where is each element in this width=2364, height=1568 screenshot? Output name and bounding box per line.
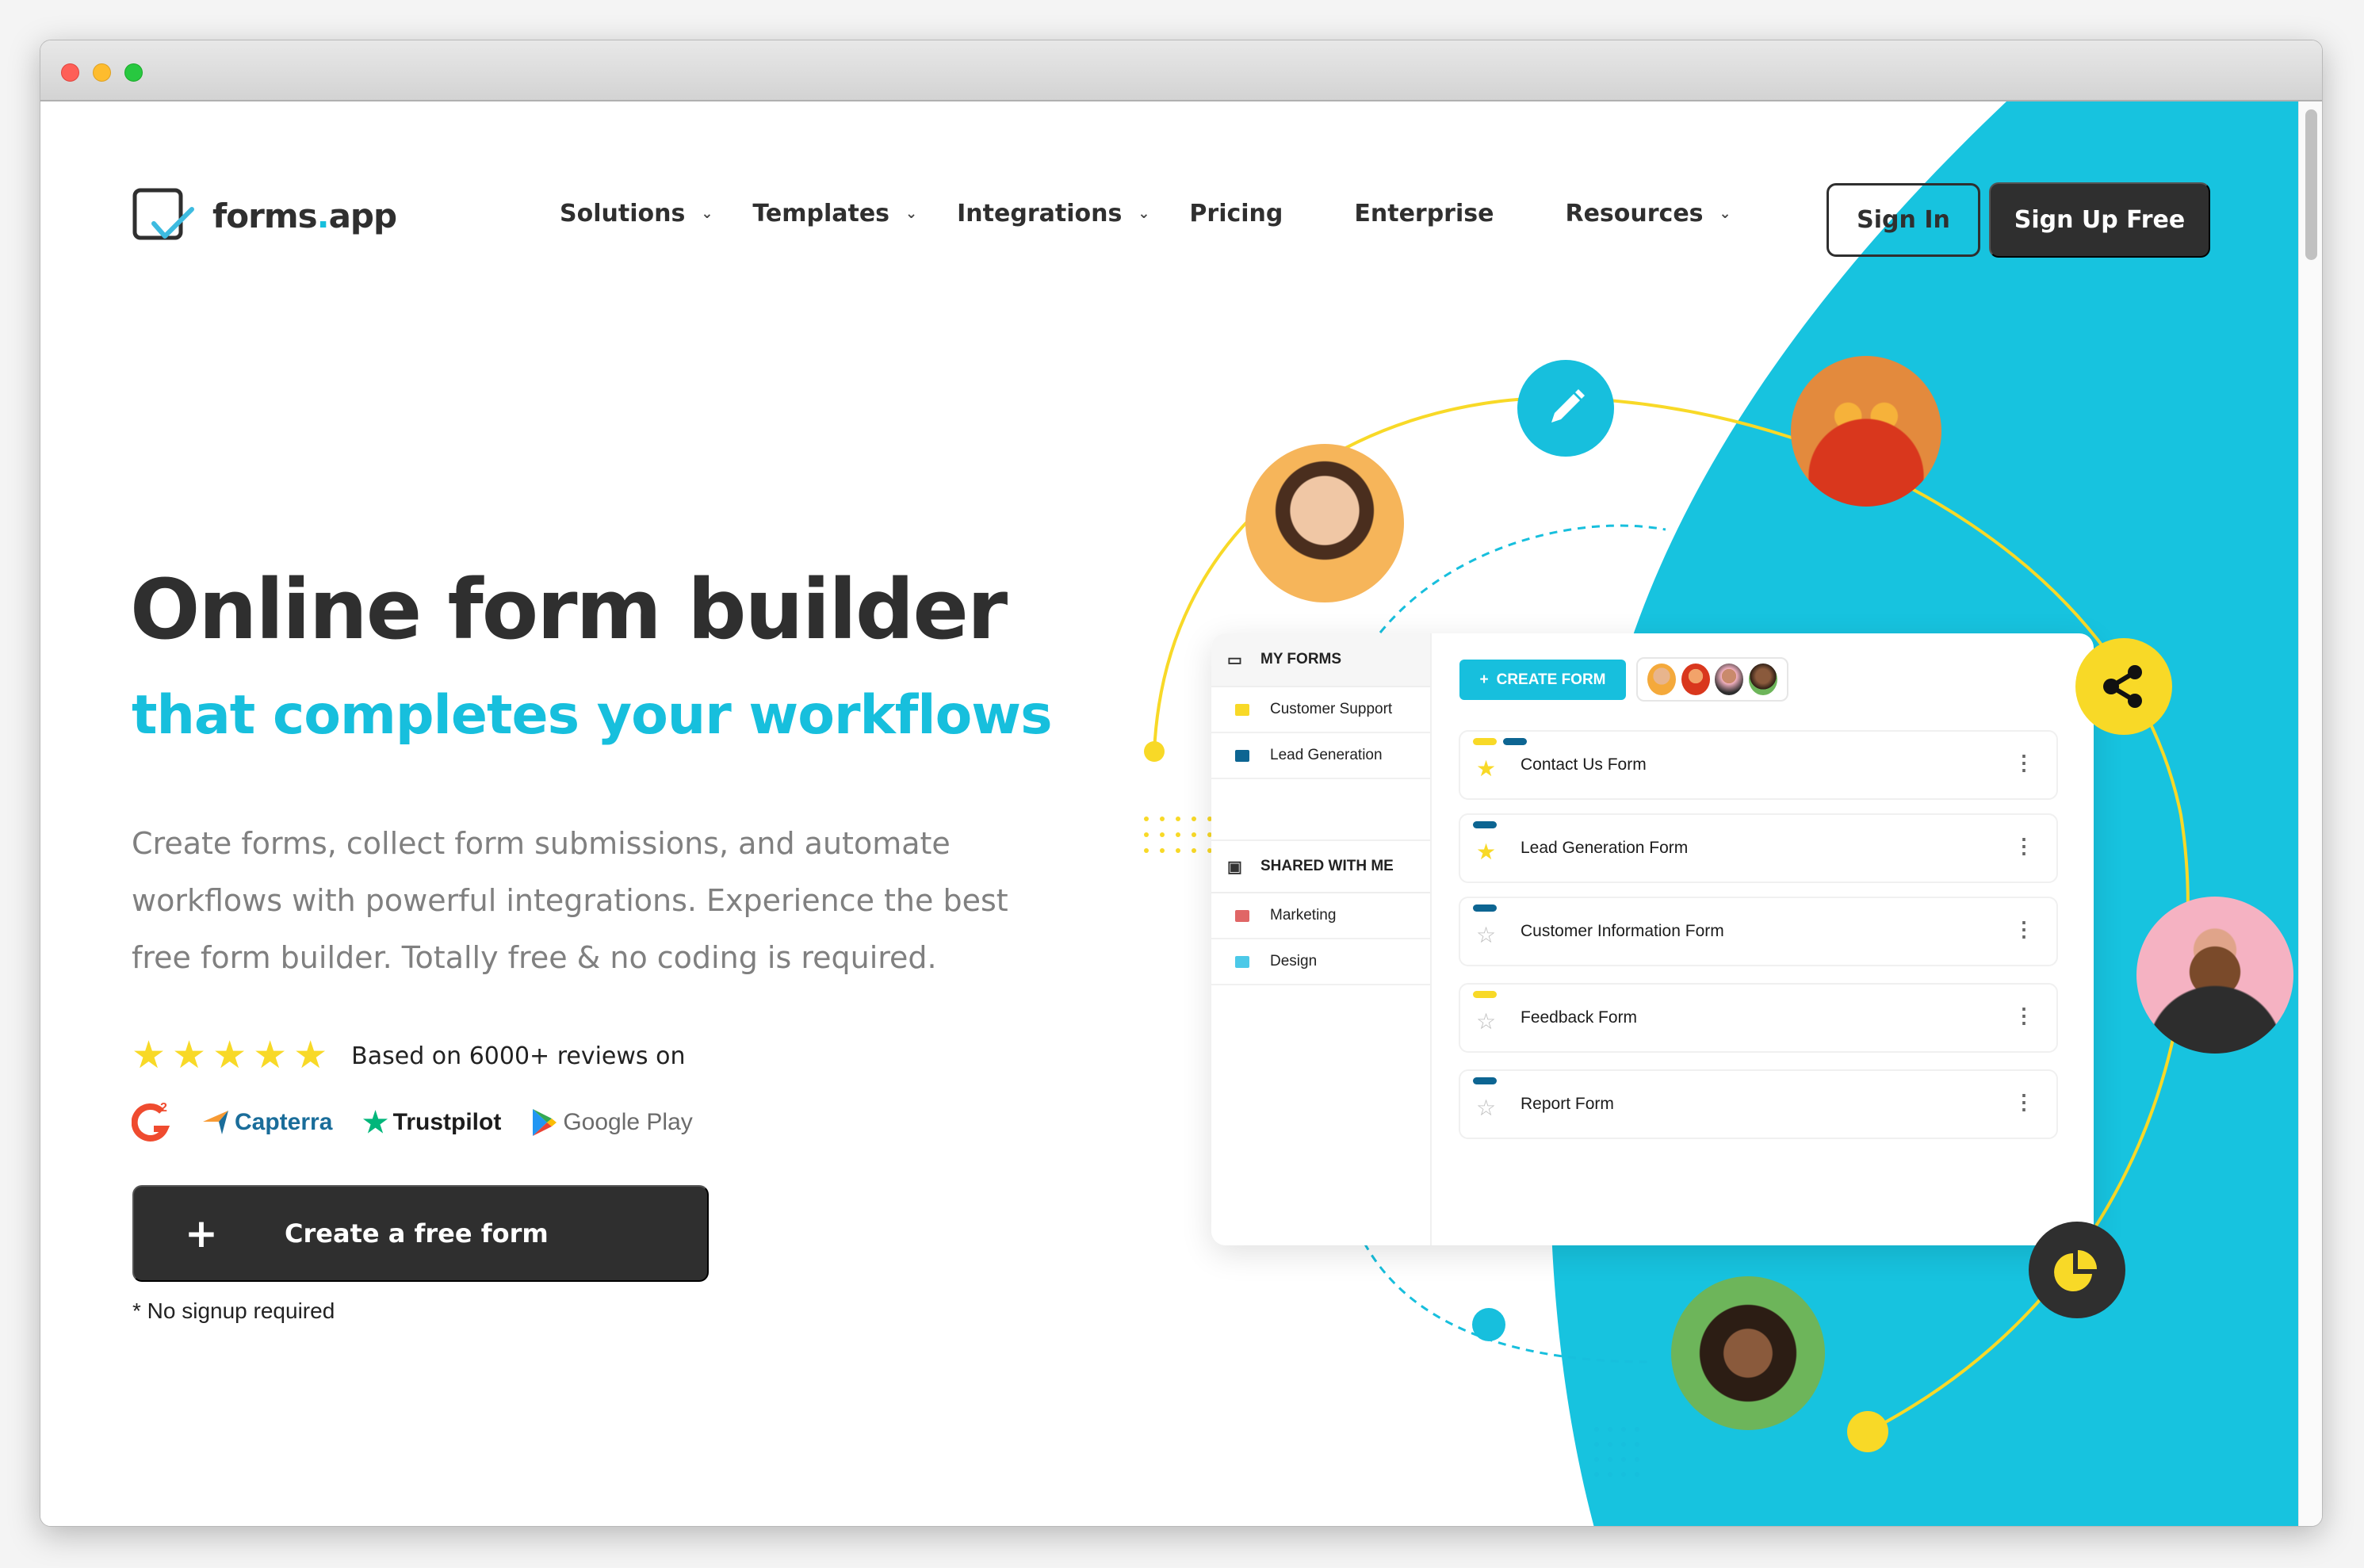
tag [1473,991,1497,998]
folder-sidebar: ▭ MY FORMS Customer Support Lead Generat… [1211,633,1432,1245]
decorative-dots [1594,1427,1639,1477]
create-free-form-button[interactable]: + Create a free form [132,1185,709,1282]
chevron-down-icon: ⌄ [701,205,713,222]
tag [1473,904,1497,912]
folder-icon [1235,703,1249,716]
no-signup-note: * No signup required [132,1298,335,1323]
hero-description: Create forms, collect form submissions, … [132,826,1008,975]
form-card[interactable]: ☆ Report Form ⋮ [1459,1069,2058,1139]
folder-icon [1235,749,1249,762]
svg-text:2: 2 [160,1101,167,1115]
create-form-button[interactable]: + CREATE FORM [1459,660,1626,700]
more-options-icon[interactable]: ⋮ [2014,919,2034,939]
more-options-icon[interactable]: ⋮ [2014,1092,2034,1112]
title-bar [40,40,2322,101]
star-icon: ★ [253,1034,288,1077]
forms-list-area: + CREATE FORM ★ Contact Us Form ⋮ ★ Lead… [1432,633,2094,1245]
folders-icon: ▭ [1227,651,1242,669]
chevron-down-icon: ⌄ [905,205,918,222]
page-content: forms.app Solutions ⌄ Templates ⌄ Integrat… [40,101,2300,1526]
form-card[interactable]: ★ Lead Generation Form ⋮ [1459,813,2058,883]
star-icon: ★ [172,1034,207,1077]
review-sites: 2 Capterra ★ Trustpilot Google Play [132,1100,693,1145]
minimize-window-button[interactable] [93,63,111,82]
plus-icon: + [1479,671,1489,688]
tag [1473,821,1497,828]
more-options-icon[interactable]: ⋮ [2014,836,2034,856]
logo-text: forms.app [212,196,397,235]
folder-item[interactable]: Design [1211,939,1430,985]
logo[interactable]: forms.app [132,187,397,244]
sign-in-button[interactable]: Sign In [1827,183,1980,257]
google-play-icon [533,1109,557,1136]
form-card[interactable]: ☆ Feedback Form ⋮ [1459,983,2058,1053]
chevron-down-icon: ⌄ [1138,205,1150,222]
app-preview-panel: ▭ MY FORMS Customer Support Lead Generat… [1211,633,2094,1245]
form-card[interactable]: ★ Contact Us Form ⋮ [1459,730,2058,800]
avatar-woman-ok-gesture [1245,444,1404,602]
maximize-window-button[interactable] [124,63,143,82]
avatar [1715,664,1744,695]
hero-subtitle: that completes your workflows [132,684,1053,747]
folder-item[interactable]: Customer Support [1211,687,1430,733]
more-options-icon[interactable]: ⋮ [2014,1005,2034,1026]
nav-enterprise[interactable]: Enterprise [1354,200,1494,228]
star-outline-icon[interactable]: ☆ [1476,922,1496,948]
avatar-curly-hair-woman [1671,1276,1825,1430]
nav-templates[interactable]: Templates ⌄ [752,200,917,228]
my-forms-header: ▭ MY FORMS [1211,633,1430,687]
shared-folder-icon: ▣ [1227,858,1242,876]
shared-with-me-header: ▣ SHARED WITH ME [1211,839,1430,893]
collaborator-avatars [1636,657,1788,702]
tag [1503,738,1527,745]
capterra-logo[interactable]: Capterra [203,1109,332,1136]
nav-pricing[interactable]: Pricing [1189,200,1283,228]
star-outline-icon[interactable]: ☆ [1476,1095,1496,1121]
main-nav: Solutions ⌄ Templates ⌄ Integrations ⌄ Pric… [560,200,1771,228]
pie-chart-icon [2029,1222,2125,1318]
rating-text: Based on 6000+ reviews on [351,1042,686,1070]
folder-item[interactable]: Lead Generation [1211,733,1430,779]
form-card[interactable]: ☆ Customer Information Form ⋮ [1459,897,2058,966]
capterra-icon [203,1111,228,1134]
avatar [1681,664,1710,695]
sign-up-button[interactable]: Sign Up Free [1989,182,2210,258]
g2-logo[interactable]: 2 [132,1100,173,1145]
logo-icon [132,188,194,240]
star-icon: ★ [212,1034,247,1077]
scrollbar-thumb[interactable] [2305,109,2317,260]
plus-icon: + [185,1210,218,1256]
chevron-down-icon: ⌄ [1719,205,1731,222]
tag [1473,738,1497,745]
trustpilot-star-icon: ★ [362,1106,388,1138]
scrollbar[interactable] [2298,101,2322,1526]
decorative-dots [1144,817,1212,853]
tag [1473,1077,1497,1084]
folder-item[interactable]: Marketing [1211,893,1430,939]
folder-icon [1235,909,1249,922]
avatar-woman-oranges [1791,356,1941,507]
nav-resources[interactable]: Resources ⌄ [1565,200,1731,228]
close-window-button[interactable] [61,63,79,82]
avatar [1748,664,1777,695]
google-play-logo[interactable]: Google Play [531,1107,693,1138]
star-filled-icon[interactable]: ★ [1476,755,1496,782]
folder-icon [1235,955,1249,968]
avatar [1647,664,1677,695]
star-icon: ★ [132,1034,166,1077]
hero-title: Online form builder [130,561,1008,658]
star-outline-icon[interactable]: ☆ [1476,1008,1496,1034]
nav-integrations[interactable]: Integrations ⌄ [957,200,1149,228]
more-options-icon[interactable]: ⋮ [2014,752,2034,773]
trustpilot-logo[interactable]: ★ Trustpilot [362,1106,501,1139]
nav-solutions[interactable]: Solutions ⌄ [560,200,713,228]
avatar-bearded-man [2136,897,2293,1054]
rating: ★ ★ ★ ★ ★ Based on 6000+ reviews on [132,1037,685,1075]
share-icon [2075,638,2172,735]
browser-window: forms.app Solutions ⌄ Templates ⌄ Integrat… [40,40,2323,1527]
pencil-icon [1517,360,1614,457]
star-filled-icon[interactable]: ★ [1476,839,1496,865]
g2-icon: 2 [132,1101,170,1142]
star-icon: ★ [293,1034,328,1077]
